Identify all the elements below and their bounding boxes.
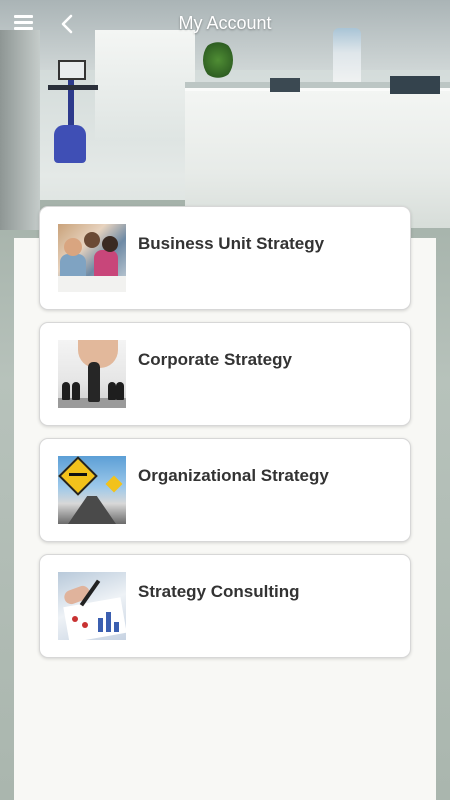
- background-computer-cart: [48, 60, 108, 172]
- list-item-corporate-strategy[interactable]: Corporate Strategy: [39, 322, 411, 426]
- background-monitor: [270, 78, 300, 92]
- list-item-business-unit-strategy[interactable]: Business Unit Strategy: [39, 206, 411, 310]
- page-title: My Account: [178, 13, 272, 33]
- list-item-label: Business Unit Strategy: [138, 234, 325, 253]
- app-header: My Account: [0, 0, 450, 48]
- consulting-charts-thumbnail: [58, 572, 126, 640]
- list-item-label: Corporate Strategy: [138, 350, 292, 369]
- road-sign-thumbnail: [58, 456, 126, 524]
- business-meeting-thumbnail: [58, 224, 126, 292]
- list-item-organizational-strategy[interactable]: Organizational Strategy: [39, 438, 411, 542]
- list-item-label: Strategy Consulting: [138, 582, 300, 601]
- chess-thumbnail: [58, 340, 126, 408]
- list-item-strategy-consulting[interactable]: Strategy Consulting: [39, 554, 411, 658]
- list-item-label: Organizational Strategy: [138, 466, 329, 485]
- background-wall: [0, 30, 40, 230]
- background-monitor: [390, 76, 440, 94]
